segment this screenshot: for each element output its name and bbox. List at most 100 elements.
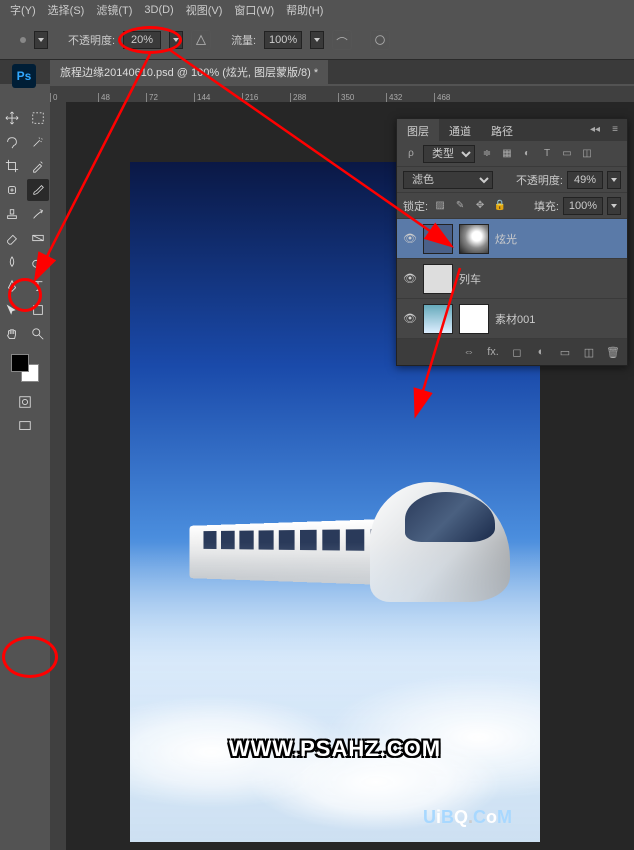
blur-tool-icon[interactable] — [1, 251, 23, 273]
flow-input[interactable] — [264, 31, 302, 49]
pressure-opacity-icon[interactable] — [191, 30, 211, 50]
new-group-icon[interactable]: ▭ — [557, 344, 573, 360]
document-tab-bar: 旅程边缘20140610.psd @ 100% (炫光, 图层蒙版/8) * — [0, 60, 634, 84]
add-mask-icon[interactable]: ◻ — [509, 344, 525, 360]
marquee-tool-icon[interactable] — [27, 107, 49, 129]
foreground-swatch[interactable] — [11, 354, 29, 372]
path-select-icon[interactable] — [1, 299, 23, 321]
brush-preset-icon[interactable] — [20, 37, 26, 43]
opacity-label: 不透明度: — [68, 32, 115, 48]
layer-item[interactable]: 👁 炫光 — [397, 219, 627, 259]
opacity-input[interactable] — [123, 31, 161, 49]
menu-bar: 字(Y) 选择(S) 滤镜(T) 3D(D) 视图(V) 窗口(W) 帮助(H) — [0, 0, 634, 20]
quickmask-icon[interactable] — [14, 391, 36, 413]
move-tool-icon[interactable] — [1, 107, 23, 129]
filter-kind-select[interactable]: 类型 — [423, 145, 475, 163]
hand-tool-icon[interactable] — [1, 323, 23, 345]
link-layers-icon[interactable]: ⇔ — [461, 344, 477, 360]
menu-view[interactable]: 视图(V) — [186, 2, 223, 18]
flow-label: 流量: — [231, 32, 256, 48]
lock-paint-icon[interactable]: ✎ — [452, 198, 468, 214]
visibility-icon[interactable]: 👁 — [403, 272, 417, 286]
panel-collapse-icon[interactable]: ◂◂ — [587, 121, 603, 137]
lock-label: 锁定: — [403, 198, 428, 214]
brush-tool-icon[interactable] — [27, 179, 49, 201]
mask-thumb[interactable] — [459, 224, 489, 254]
toolbox — [0, 102, 50, 850]
layer-name[interactable]: 列车 — [459, 271, 481, 287]
ps-logo-icon: Ps — [12, 64, 36, 88]
zoom-tool-icon[interactable] — [27, 323, 49, 345]
menu-text[interactable]: 字(Y) — [10, 2, 36, 18]
menu-select[interactable]: 选择(S) — [48, 2, 85, 18]
heal-tool-icon[interactable] — [1, 179, 23, 201]
lock-transparency-icon[interactable]: ▨ — [432, 198, 448, 214]
type-tool-icon[interactable] — [27, 275, 49, 297]
brush-preset-dropdown[interactable] — [34, 31, 48, 49]
eyedropper-tool-icon[interactable] — [27, 155, 49, 177]
screenmode-icon[interactable] — [14, 415, 36, 437]
menu-window[interactable]: 窗口(W) — [234, 2, 274, 18]
flow-dropdown[interactable] — [310, 31, 324, 49]
layer-item[interactable]: 👁 列车 — [397, 259, 627, 299]
eraser-tool-icon[interactable] — [1, 227, 23, 249]
tab-paths[interactable]: 路径 — [481, 119, 523, 141]
opacity-dropdown[interactable] — [169, 31, 183, 49]
shape-filter-icon[interactable]: ▭ — [559, 146, 575, 162]
new-layer-icon[interactable]: ◫ — [581, 344, 597, 360]
gradient-tool-icon[interactable] — [27, 227, 49, 249]
layer-name[interactable]: 素材001 — [495, 311, 535, 327]
crop-tool-icon[interactable] — [1, 155, 23, 177]
menu-filter[interactable]: 滤镜(T) — [96, 2, 132, 18]
menu-3d[interactable]: 3D(D) — [144, 4, 173, 16]
layer-name[interactable]: 炫光 — [495, 231, 517, 247]
lasso-tool-icon[interactable] — [1, 131, 23, 153]
color-swatches[interactable] — [11, 354, 39, 382]
watermark-text: WWW.PSAHZ.COM — [229, 736, 441, 762]
adjustment-layer-icon[interactable]: ◐ — [533, 344, 549, 360]
layer-opacity-label: 不透明度: — [516, 172, 563, 188]
layer-thumb[interactable] — [423, 224, 453, 254]
ruler-vertical[interactable] — [50, 102, 66, 850]
panel-menu-icon[interactable]: ≡ — [607, 121, 623, 137]
adjust-filter-icon[interactable]: ◐ — [519, 146, 535, 162]
type-filter-icon[interactable]: T — [539, 146, 555, 162]
tab-channels[interactable]: 通道 — [439, 119, 481, 141]
ruler-horizontal[interactable]: 0 48 72 144 216 288 350 432 468 — [50, 86, 634, 102]
filter-dropdown-icon[interactable]: ≑ — [479, 146, 495, 162]
layer-opacity-input[interactable] — [567, 171, 603, 189]
layer-thumb[interactable] — [423, 304, 453, 334]
fill-label: 填充: — [534, 198, 559, 214]
visibility-icon[interactable]: 👁 — [403, 312, 417, 326]
delete-layer-icon[interactable]: 🗑 — [605, 344, 621, 360]
blend-mode-select[interactable]: 滤色 — [403, 171, 493, 189]
layers-list: 👁 炫光 👁 列车 👁 素材001 — [397, 219, 627, 339]
dodge-tool-icon[interactable] — [27, 251, 49, 273]
wand-tool-icon[interactable] — [27, 131, 49, 153]
menu-help[interactable]: 帮助(H) — [286, 2, 323, 18]
shape-tool-icon[interactable] — [27, 299, 49, 321]
visibility-icon[interactable]: 👁 — [403, 232, 417, 246]
panel-tabs: 图层 通道 路径 ◂◂ ≡ — [397, 119, 627, 141]
stamp-tool-icon[interactable] — [1, 203, 23, 225]
history-brush-icon[interactable] — [27, 203, 49, 225]
lock-position-icon[interactable]: ✥ — [472, 198, 488, 214]
lock-all-icon[interactable]: 🔒 — [492, 198, 508, 214]
pen-tool-icon[interactable] — [1, 275, 23, 297]
layer-thumb[interactable] — [423, 264, 453, 294]
filter-kind-icon[interactable]: ρ — [403, 146, 419, 162]
panel-footer: ⇔ fx. ◻ ◐ ▭ ◫ 🗑 — [397, 339, 627, 365]
pixel-filter-icon[interactable]: ▦ — [499, 146, 515, 162]
layer-item[interactable]: 👁 素材001 — [397, 299, 627, 339]
layer-fx-icon[interactable]: fx. — [485, 344, 501, 360]
fill-input[interactable] — [563, 197, 603, 215]
fill-dropdown[interactable] — [607, 197, 621, 215]
layer-opacity-dropdown[interactable] — [607, 171, 621, 189]
clouds-graphic — [130, 542, 540, 842]
pressure-size-icon[interactable] — [370, 30, 390, 50]
document-tab[interactable]: 旅程边缘20140610.psd @ 100% (炫光, 图层蒙版/8) * — [50, 60, 328, 84]
mask-thumb[interactable] — [459, 304, 489, 334]
tab-layers[interactable]: 图层 — [397, 119, 439, 141]
airbrush-icon[interactable] — [332, 30, 352, 50]
smart-filter-icon[interactable]: ◫ — [579, 146, 595, 162]
